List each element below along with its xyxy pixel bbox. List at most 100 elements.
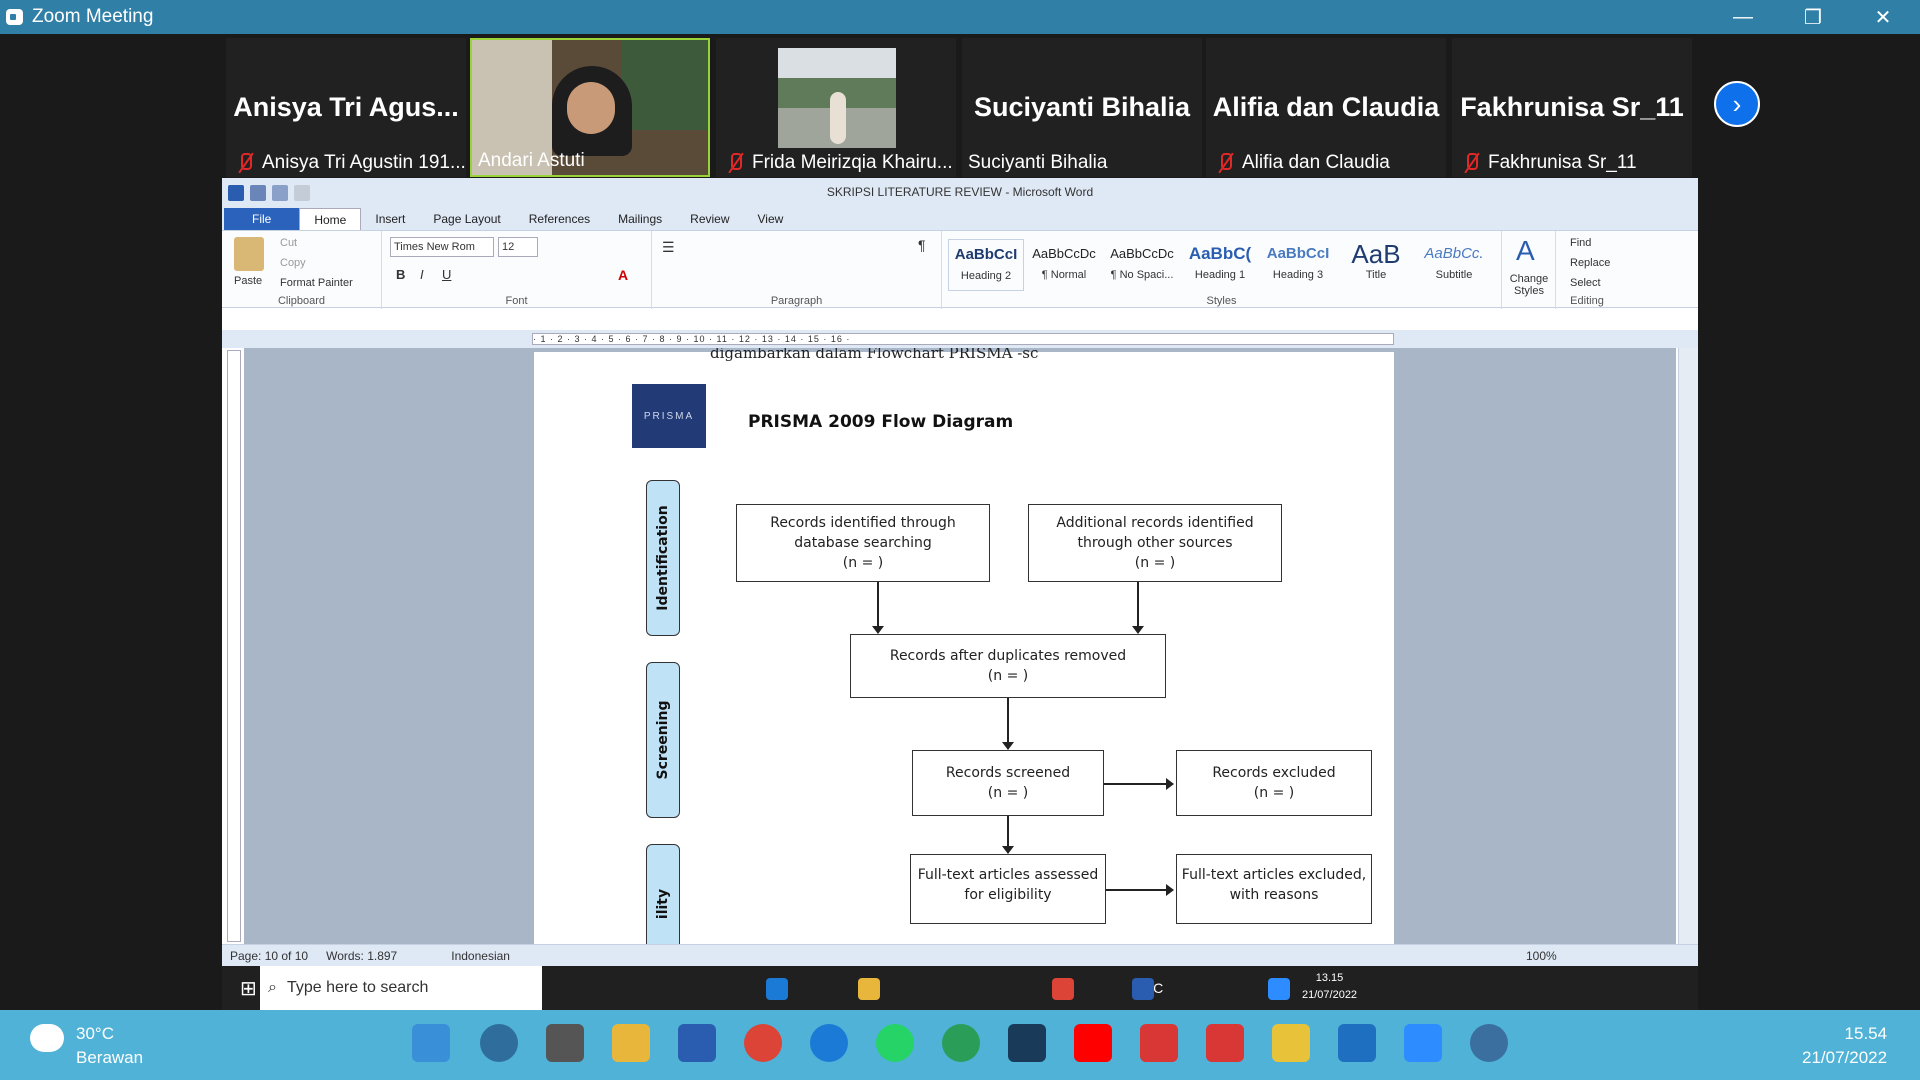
box-duplicates-removed: Records after duplicates removed (n = ) bbox=[850, 634, 1166, 698]
box-records-excluded: Records excluded (n = ) bbox=[1176, 750, 1372, 816]
page-count: Page: 10 of 10 bbox=[230, 948, 309, 963]
next-page-arrow-icon[interactable]: › bbox=[1714, 81, 1760, 127]
search-box[interactable]: ⌕ Type here to search bbox=[260, 966, 542, 1010]
participant-display-name: Suciyanti Bihalia bbox=[973, 92, 1191, 122]
clock[interactable]: 13.15 21/07/2022 bbox=[1302, 970, 1357, 1004]
font-size-select[interactable]: 12 bbox=[498, 237, 538, 257]
tab-review[interactable]: Review bbox=[676, 208, 743, 230]
language[interactable]: Indonesian bbox=[451, 949, 510, 963]
search-icon[interactable] bbox=[480, 1024, 518, 1062]
style-normal[interactable]: AaBbCcDc ¶ Normal bbox=[1026, 239, 1102, 291]
tab-file[interactable]: File bbox=[224, 208, 300, 230]
participant-name: Alifia dan Claudia bbox=[1242, 152, 1390, 173]
paste-button[interactable]: Paste bbox=[234, 275, 262, 287]
cut-button[interactable]: Cut bbox=[280, 237, 297, 249]
weather-temp[interactable]: 30°C bbox=[76, 1024, 114, 1044]
app-icon[interactable] bbox=[1008, 1024, 1046, 1062]
zoom-level[interactable]: 100% bbox=[1526, 949, 1557, 963]
bold-button[interactable]: B bbox=[396, 267, 405, 282]
edge-icon[interactable] bbox=[810, 1024, 848, 1062]
file-explorer-icon[interactable] bbox=[612, 1024, 650, 1062]
box-fulltext-assessed: Full-text articles assessed for eligibili… bbox=[910, 854, 1106, 924]
tab-mailings[interactable]: Mailings bbox=[604, 208, 676, 230]
style-subtitle[interactable]: AaBbCc. Subtitle bbox=[1416, 239, 1492, 291]
style-heading-1[interactable]: AaBbC(Heading 1 bbox=[1182, 239, 1258, 291]
arrow-head bbox=[1132, 626, 1144, 634]
participant-tile[interactable]: Fakhrunisa Sr_11 Fakhrunisa Sr_11 bbox=[1452, 38, 1692, 177]
arrow bbox=[1104, 783, 1168, 785]
participant-name: Andari Astuti bbox=[478, 150, 585, 171]
show-marks-icon[interactable]: ¶ bbox=[918, 237, 926, 253]
style-title[interactable]: AaB Title bbox=[1338, 239, 1414, 291]
tab-insert[interactable]: Insert bbox=[361, 208, 419, 230]
find-button[interactable]: Find bbox=[1570, 237, 1591, 249]
file-explorer-icon[interactable] bbox=[858, 978, 880, 1000]
font-name-select[interactable]: Times New Rom bbox=[390, 237, 494, 257]
zoom-icon[interactable] bbox=[1404, 1024, 1442, 1062]
participant-display-name: Alifia dan Claudia bbox=[1212, 92, 1440, 122]
format-painter-button[interactable]: Format Painter bbox=[280, 277, 353, 289]
vertical-ruler bbox=[227, 350, 241, 942]
muted-mic-icon bbox=[724, 152, 746, 174]
app-icon[interactable] bbox=[1338, 1024, 1376, 1062]
video-player-icon[interactable] bbox=[1140, 1024, 1178, 1062]
video-face bbox=[567, 82, 615, 134]
word-icon[interactable] bbox=[678, 1024, 716, 1062]
select-button[interactable]: Select bbox=[1570, 277, 1601, 289]
style-heading-3[interactable]: AaBbCcI Heading 3 bbox=[1260, 239, 1336, 291]
app-icon[interactable] bbox=[942, 1024, 980, 1062]
change-styles-button[interactable]: Change Styles bbox=[1506, 273, 1552, 297]
vertical-scrollbar[interactable] bbox=[1678, 348, 1698, 944]
tab-references[interactable]: References bbox=[515, 208, 604, 230]
tab-page-layout[interactable]: Page Layout bbox=[419, 208, 514, 230]
whatsapp-icon[interactable] bbox=[876, 1024, 914, 1062]
chrome-icon[interactable] bbox=[744, 1024, 782, 1062]
paragraph-group: ☰ ¶ Paragraph bbox=[652, 231, 942, 309]
participant-tile[interactable]: Frida Meirizqia Khairu... bbox=[716, 38, 956, 177]
ribbon-tabs: File Home Insert Page Layout References … bbox=[222, 207, 1698, 230]
task-view-icon[interactable] bbox=[546, 1024, 584, 1062]
participant-display-name: Anisya Tri Agus... bbox=[233, 92, 459, 122]
change-styles-icon[interactable]: A bbox=[1516, 235, 1535, 267]
italic-button[interactable]: I bbox=[420, 267, 424, 282]
replace-button[interactable]: Replace bbox=[1570, 257, 1610, 269]
windows-start-icon[interactable]: ⊞ bbox=[240, 976, 257, 1001]
arrow-head bbox=[1166, 778, 1174, 790]
font-group: Times New Rom 12 B I U A Font bbox=[382, 231, 652, 309]
group-label: Font bbox=[505, 295, 528, 307]
document-title: SKRIPSI LITERATURE REVIEW - Microsoft Wo… bbox=[826, 185, 1094, 199]
underline-button[interactable]: U bbox=[442, 267, 451, 282]
word-icon[interactable] bbox=[1132, 978, 1154, 1000]
app-icon[interactable] bbox=[1272, 1024, 1310, 1062]
edge-icon[interactable] bbox=[766, 978, 788, 1000]
participant-tile[interactable]: Anisya Tri Agus... Anisya Tri Agustin 19… bbox=[226, 38, 466, 177]
paste-icon[interactable] bbox=[234, 237, 264, 271]
video-player-icon[interactable] bbox=[1206, 1024, 1244, 1062]
tab-home[interactable]: Home bbox=[299, 208, 362, 230]
zoom-logo-icon bbox=[6, 9, 23, 25]
participant-display-name: Fakhrunisa Sr_11 bbox=[1460, 92, 1684, 122]
arrow bbox=[1007, 698, 1009, 744]
participant-tile-active-speaker[interactable]: Andari Astuti bbox=[470, 38, 710, 177]
participant-tile[interactable]: Alifia dan Claudia Alifia dan Claudia bbox=[1206, 38, 1446, 177]
font-color-button[interactable]: A bbox=[618, 267, 628, 283]
zoom-icon[interactable] bbox=[1268, 978, 1290, 1000]
box-fulltext-excluded: Full-text articles excluded, with reasons bbox=[1176, 854, 1372, 924]
bullets-icon[interactable]: ☰ bbox=[662, 239, 675, 256]
youtube-icon[interactable] bbox=[1074, 1024, 1112, 1062]
minimize-button[interactable]: — bbox=[1708, 0, 1778, 34]
app-icon[interactable] bbox=[1470, 1024, 1508, 1062]
style-no-spacing[interactable]: AaBbCcDc ¶ No Spaci... bbox=[1104, 239, 1180, 291]
tab-view[interactable]: View bbox=[744, 208, 798, 230]
maximize-button[interactable]: ❐ bbox=[1778, 0, 1848, 34]
box-other-records: Additional records identified through oth… bbox=[1028, 504, 1282, 582]
weather-condition[interactable]: Berawan bbox=[76, 1048, 143, 1068]
clock[interactable]: 15.54 21/07/2022 bbox=[1802, 1022, 1887, 1070]
close-button[interactable]: ✕ bbox=[1848, 0, 1918, 34]
copy-button[interactable]: Copy bbox=[280, 257, 306, 269]
style-heading-2[interactable]: AaBbCcI Heading 2 bbox=[948, 239, 1024, 291]
arrow-head bbox=[1002, 742, 1014, 750]
windows-start-icon[interactable] bbox=[412, 1024, 450, 1062]
chrome-icon[interactable] bbox=[1052, 978, 1074, 1000]
participant-tile[interactable]: Suciyanti Bihalia Suciyanti Bihalia bbox=[962, 38, 1202, 177]
